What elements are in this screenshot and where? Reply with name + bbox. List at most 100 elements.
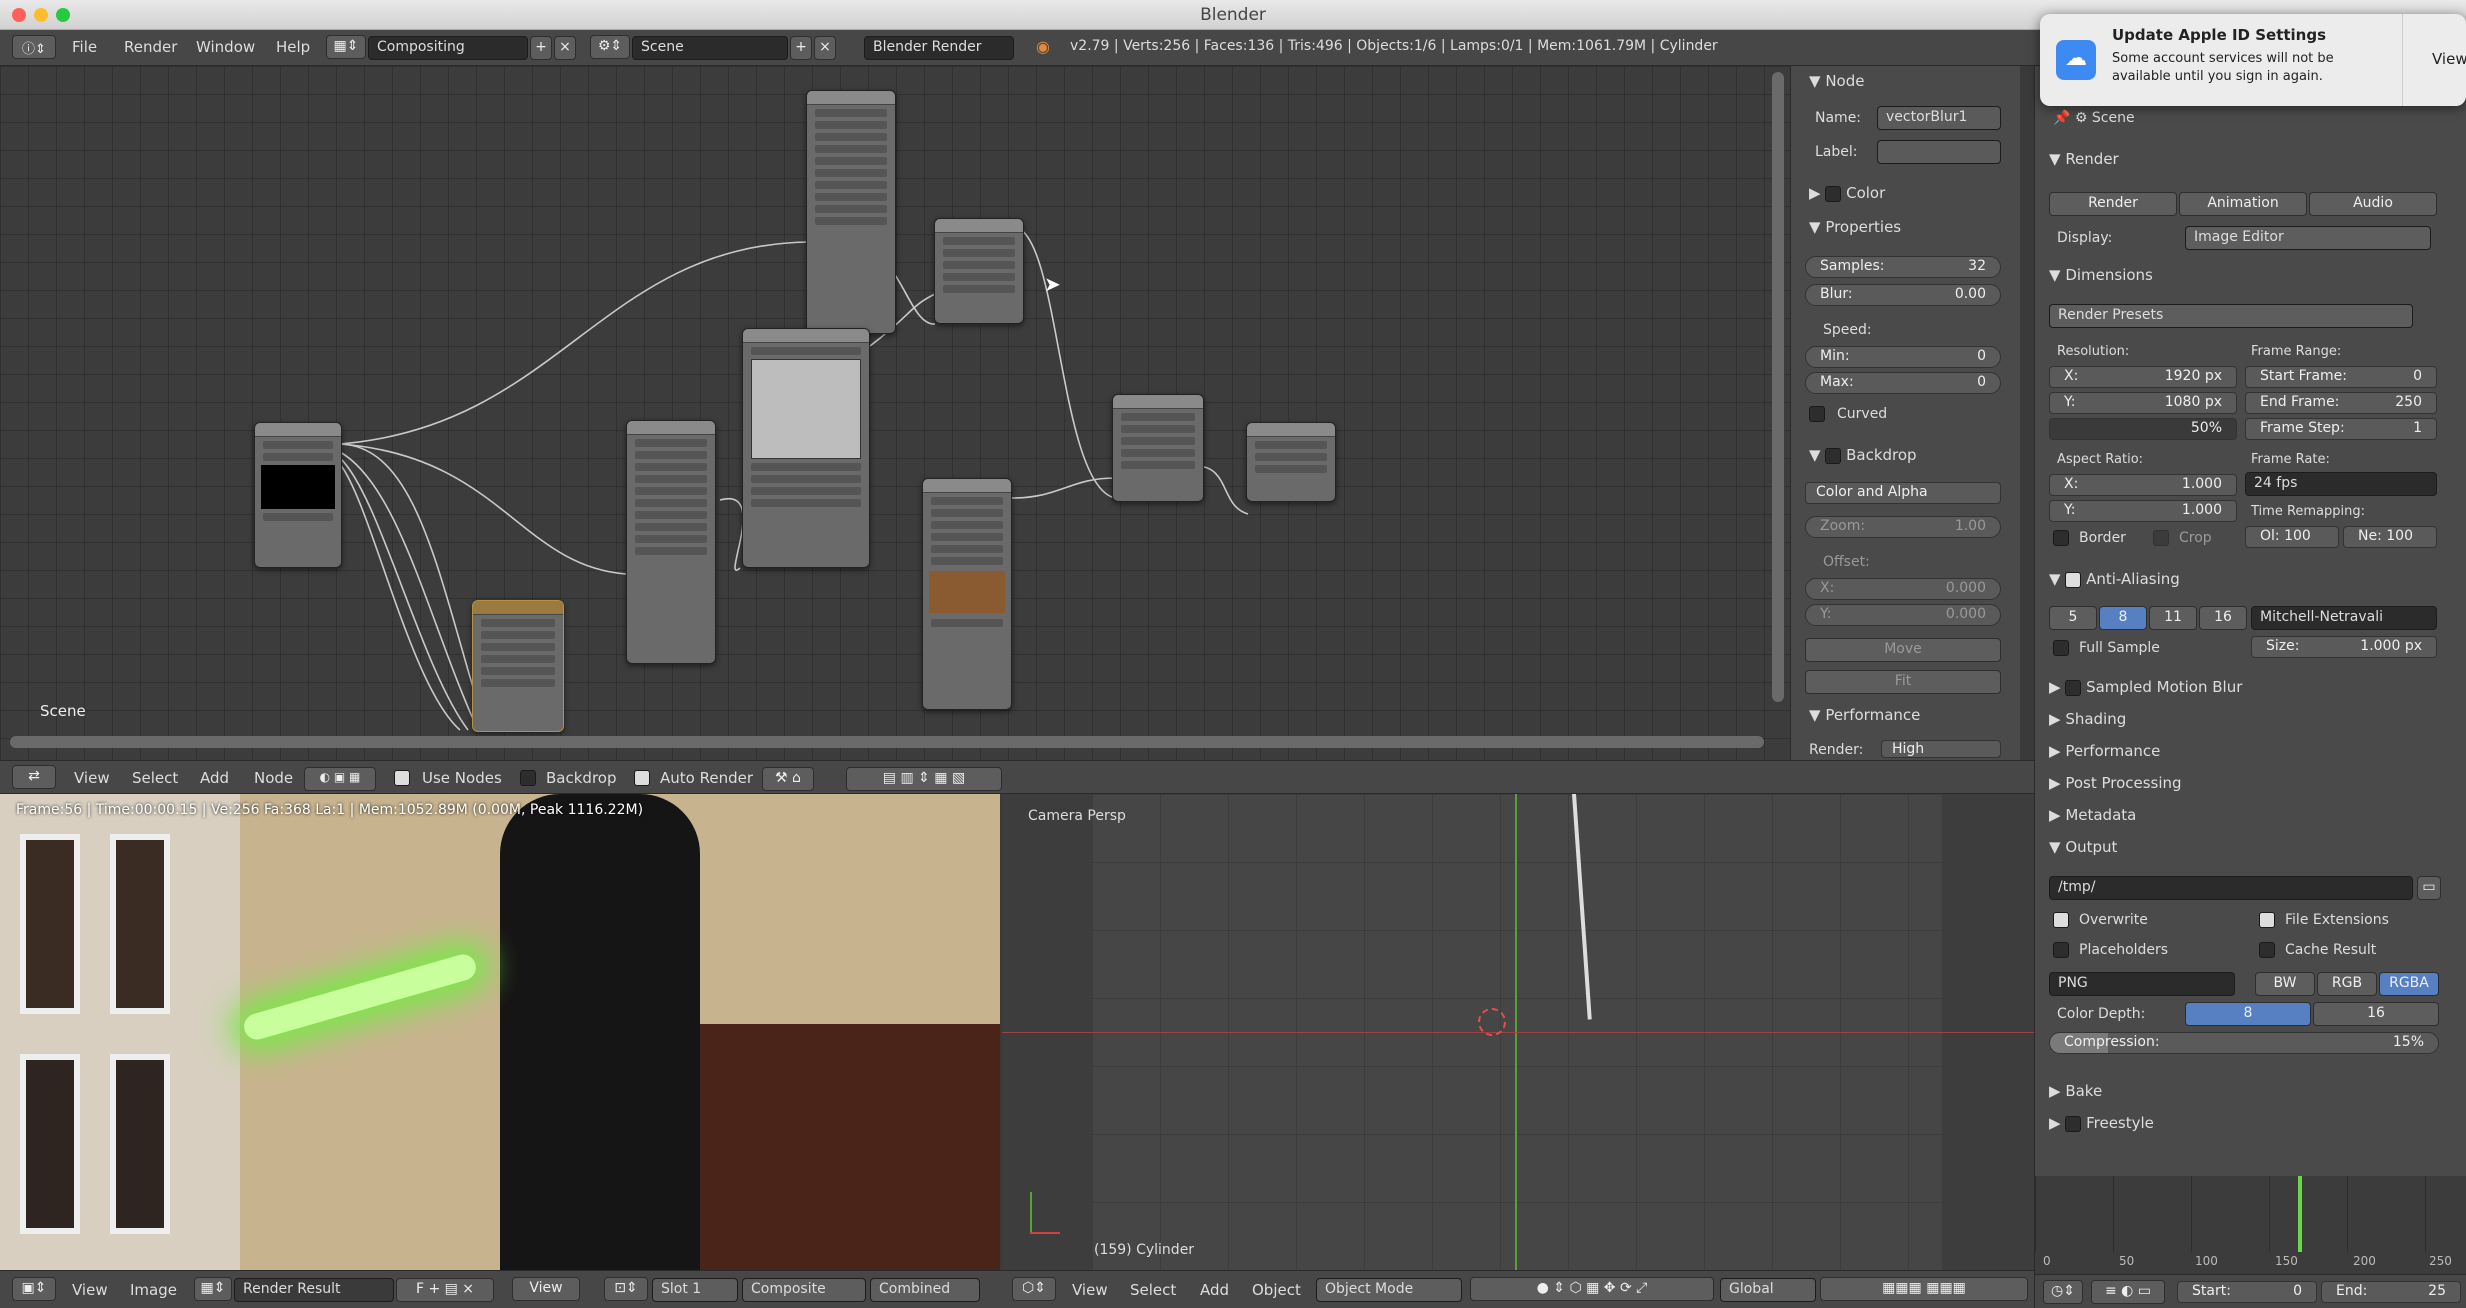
pivot-icon[interactable]: ⊡⇕ [604, 1277, 648, 1301]
samples-field[interactable]: Samples: 32 [1805, 256, 2001, 278]
menu-render[interactable]: Render [124, 38, 177, 56]
backdrop-section-header[interactable]: ▼ Backdrop [1809, 446, 1917, 464]
render-engine-select[interactable]: Blender Render [864, 36, 1014, 60]
aa-samples-8[interactable]: 8 [2099, 606, 2147, 630]
image-browse-icon[interactable]: ▦⇕ [194, 1277, 232, 1301]
start-frame-field[interactable]: Start Frame: 0 [2245, 366, 2437, 388]
3d-add-menu[interactable]: Add [1200, 1281, 1229, 1299]
pass-select[interactable]: Combined [870, 1278, 980, 1302]
anti-aliasing-panel-header[interactable]: ▼ Anti-Aliasing [2049, 570, 2180, 588]
use-nodes-checkbox[interactable] [394, 770, 410, 786]
metadata-panel-header[interactable]: ▶ Metadata [2049, 806, 2136, 824]
timeline[interactable]: 0 50 100 150 200 250 ◷⇕ ≡ ◐ ▭ Start: 0 En… [2034, 1176, 2466, 1308]
offset-x-field[interactable]: X: 0.000 [1805, 578, 2001, 600]
scene-field[interactable]: Scene [632, 36, 788, 60]
render-result-image[interactable]: Frame:56 | Time:00:00.15 | Ve:256 Fa:368… [0, 794, 1000, 1270]
3d-editor-type-icon[interactable]: ⬡⇕ [1012, 1277, 1056, 1301]
layer-select[interactable]: Composite [742, 1278, 866, 1302]
aa-samples-16[interactable]: 16 [2199, 606, 2247, 630]
view-menu[interactable]: View [74, 769, 110, 787]
add-layout-icon[interactable]: + [530, 36, 552, 60]
filter-size-field[interactable]: Size: 1.000 px [2251, 636, 2437, 658]
view-mode-select[interactable]: View [512, 1277, 580, 1301]
select-menu[interactable]: Select [132, 769, 178, 787]
freestyle-checkbox[interactable] [2065, 1115, 2082, 1132]
zoom-field[interactable]: Zoom: 1.00 [1805, 516, 2001, 538]
blur-node-2[interactable] [626, 420, 716, 664]
render-quality-select[interactable]: High [1881, 740, 2001, 758]
anti-aliasing-checkbox[interactable] [2065, 571, 2082, 588]
aa-samples-5[interactable]: 5 [2049, 606, 2097, 630]
new-frame-field[interactable]: Ne: 100 [2343, 526, 2437, 548]
speed-min-field[interactable]: Min: 0 [1805, 346, 2001, 368]
rgb-curves-node[interactable] [742, 328, 870, 568]
smb-checkbox[interactable] [2065, 679, 2082, 696]
folder-icon[interactable]: ▭ [2417, 876, 2441, 900]
color-section-header[interactable]: ▶ Color [1809, 184, 1885, 202]
resolution-y-field[interactable]: Y: 1080 px [2049, 392, 2237, 414]
auto-render-checkbox[interactable] [634, 770, 650, 786]
node-label-field[interactable] [1877, 140, 2001, 164]
performance-section-header[interactable]: ▼ Performance [1809, 706, 1920, 724]
bw-button[interactable]: BW [2255, 972, 2315, 996]
fit-button[interactable]: Fit [1805, 670, 2001, 694]
speed-max-field[interactable]: Max: 0 [1805, 372, 2001, 394]
timeline-editor-type-icon[interactable]: ◷⇕ [2043, 1280, 2083, 1304]
timeline-end-field[interactable]: End: 25 [2321, 1281, 2461, 1303]
resolution-percentage-slider[interactable]: 50% [2049, 418, 2237, 440]
add-menu[interactable]: Add [200, 769, 229, 787]
aspect-y-field[interactable]: Y: 1.000 [2049, 500, 2237, 522]
freestyle-panel-header[interactable]: ▶ Freestyle [2049, 1114, 2154, 1132]
overwrite-checkbox[interactable] [2053, 912, 2069, 928]
blur-node-1[interactable] [806, 90, 896, 334]
frame-step-field[interactable]: Frame Step: 1 [2245, 418, 2437, 440]
curved-checkbox[interactable] [1809, 406, 1825, 422]
add-scene-icon[interactable]: + [790, 36, 812, 60]
viewport-shading-icons[interactable]: ● ⇕ ⬡ ▦ ✥ ⟳ ⤢ [1470, 1277, 1714, 1301]
resolution-x-field[interactable]: X: 1920 px [2049, 366, 2237, 388]
menu-window[interactable]: Window [196, 38, 255, 56]
performance-panel-header[interactable]: ▶ Performance [2049, 742, 2160, 760]
apple-id-notification[interactable]: ☁ Update Apple ID Settings Some account … [2040, 14, 2466, 106]
image-actions-icons[interactable]: F + ▤ × [396, 1278, 494, 1302]
border-checkbox[interactable] [2053, 530, 2069, 546]
old-frame-field[interactable]: Ol: 100 [2245, 526, 2339, 548]
info-editor-type-icon[interactable]: ⓘ⇕ [12, 35, 56, 59]
compression-slider[interactable]: Compression: 15% [2049, 1032, 2439, 1054]
output-panel-header[interactable]: ▼ Output [2049, 838, 2117, 856]
backdrop-checkbox[interactable] [1825, 447, 1842, 464]
composite-node[interactable] [1246, 422, 1336, 502]
sampled-motion-blur-header[interactable]: ▶ Sampled Motion Blur [2049, 678, 2242, 696]
render-button[interactable]: Render [2049, 192, 2177, 216]
3d-cursor-icon[interactable] [1478, 1008, 1506, 1036]
shading-panel-header[interactable]: ▶ Shading [2049, 710, 2126, 728]
output-path-field[interactable]: /tmp/ [2049, 876, 2413, 900]
3d-view-menu[interactable]: View [1072, 1281, 1108, 1299]
node-section-header[interactable]: ▼ Node [1809, 72, 1864, 90]
scene-icon[interactable]: ⚙⇕ [590, 35, 630, 59]
properties-section-header[interactable]: ▼ Properties [1809, 218, 1901, 236]
layer-buttons[interactable]: ▦▦▦ ▦▦▦ [1820, 1277, 2028, 1301]
mix-node-1[interactable] [934, 218, 1024, 324]
delete-layout-icon[interactable]: × [554, 36, 576, 60]
image-view-menu[interactable]: View [72, 1281, 108, 1299]
aa-filter-select[interactable]: Mitchell-Netravali [2251, 606, 2437, 630]
cache-result-checkbox[interactable] [2259, 942, 2275, 958]
file-extensions-checkbox[interactable] [2259, 912, 2275, 928]
color-depth-16-button[interactable]: 16 [2313, 1002, 2439, 1026]
rgba-button[interactable]: RGBA [2379, 972, 2439, 996]
node-menu[interactable]: Node [254, 769, 293, 787]
screen-layout-field[interactable]: Compositing [368, 36, 528, 60]
image-menu[interactable]: Image [130, 1281, 177, 1299]
move-button[interactable]: Move [1805, 638, 2001, 662]
file-format-select[interactable]: PNG [2049, 972, 2235, 996]
audio-button[interactable]: Audio [2309, 192, 2437, 216]
delete-scene-icon[interactable]: × [814, 36, 836, 60]
orientation-select[interactable]: Global [1720, 1278, 1816, 1302]
rgb-button[interactable]: RGB [2317, 972, 2377, 996]
dimensions-panel-header[interactable]: ▼ Dimensions [2049, 266, 2153, 284]
render-presets-select[interactable]: Render Presets [2049, 304, 2413, 328]
post-processing-panel-header[interactable]: ▶ Post Processing [2049, 774, 2182, 792]
aspect-x-field[interactable]: X: 1.000 [2049, 474, 2237, 496]
timeline-menu-icons[interactable]: ≡ ◐ ▭ [2091, 1280, 2165, 1304]
